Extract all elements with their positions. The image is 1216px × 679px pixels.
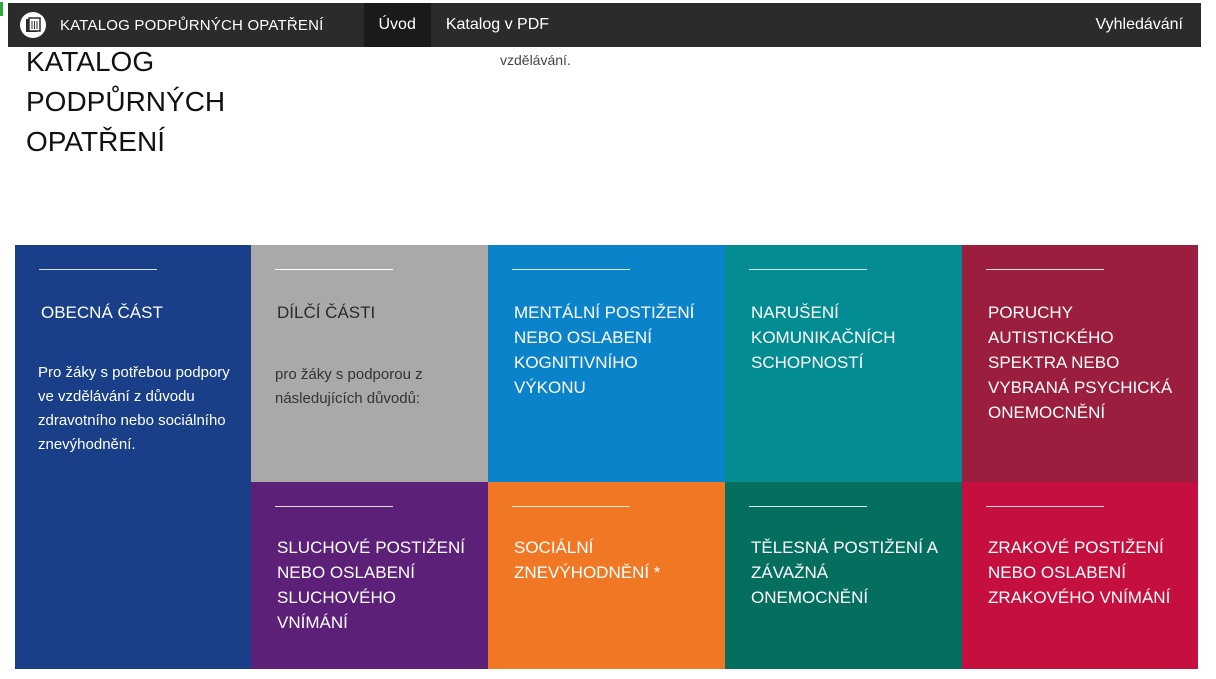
tile-title: MENTÁLNÍ POSTIŽENÍ NEBO OSLABENÍ KOGNITI… bbox=[514, 303, 695, 397]
window-edge bbox=[0, 0, 8, 679]
tile-description: Pro žáky s potřebou podpory ve vzděláván… bbox=[38, 364, 230, 453]
nav-item-search[interactable]: Vyhledávání bbox=[1081, 3, 1201, 47]
category-grid: OBECNÁ ČÁST Pro žáky s potřebou podpory … bbox=[15, 245, 1198, 669]
tile-rule bbox=[749, 506, 867, 507]
tile-rule bbox=[275, 269, 393, 270]
tile-rule bbox=[749, 269, 867, 270]
tile-rule bbox=[275, 506, 393, 507]
tile-rule bbox=[512, 506, 630, 507]
tile-title: TĚLESNÁ POSTIŽENÍ A ZÁVAŽNÁ ONEMOCNĚNÍ bbox=[751, 538, 938, 607]
intro-text: vzdělávání. bbox=[500, 52, 571, 68]
tile-communication[interactable]: NARUŠENÍ KOMUNIKAČNÍCH SCHOPNOSTÍ bbox=[725, 245, 962, 482]
tile-hearing[interactable]: SLUCHOVÉ POSTIŽENÍ NEBO OSLABENÍ SLUCHOV… bbox=[251, 482, 488, 669]
tile-description: pro žáky s podporou z následujících důvo… bbox=[275, 366, 423, 407]
tile-rule bbox=[986, 269, 1104, 270]
tile-title: PORUCHY AUTISTICKÉHO SPEKTRA NEBO VYBRAN… bbox=[988, 303, 1173, 422]
tile-title: SOCIÁLNÍ ZNEVÝHODNĚNÍ * bbox=[514, 538, 661, 582]
brand-title: KATALOG PODPŮRNÝCH OPATŘENÍ bbox=[60, 16, 324, 34]
tile-rule bbox=[986, 506, 1104, 507]
tile-title: ZRAKOVÉ POSTIŽENÍ NEBO OSLABENÍ ZRAKOVÉH… bbox=[988, 538, 1171, 607]
tile-mental[interactable]: MENTÁLNÍ POSTIŽENÍ NEBO OSLABENÍ KOGNITI… bbox=[488, 245, 725, 482]
page-title: KATALOG PODPŮRNÝCH OPATŘENÍ bbox=[26, 46, 226, 157]
nav-item-uvod[interactable]: Úvod bbox=[363, 3, 431, 47]
tile-title: SLUCHOVÉ POSTIŽENÍ NEBO OSLABENÍ SLUCHOV… bbox=[277, 538, 465, 632]
tile-visual[interactable]: ZRAKOVÉ POSTIŽENÍ NEBO OSLABENÍ ZRAKOVÉH… bbox=[962, 482, 1198, 669]
tile-rule bbox=[512, 269, 630, 270]
tile-autism[interactable]: PORUCHY AUTISTICKÉHO SPEKTRA NEBO VYBRAN… bbox=[962, 245, 1198, 482]
tile-general-part[interactable]: OBECNÁ ČÁST Pro žáky s potřebou podpory … bbox=[15, 245, 251, 669]
brand-link[interactable]: KATALOG PODPŮRNÝCH OPATŘENÍ bbox=[8, 3, 364, 47]
top-navbar: KATALOG PODPŮRNÝCH OPATŘENÍ Úvod Katalog… bbox=[8, 3, 1201, 47]
tile-title: NARUŠENÍ KOMUNIKAČNÍCH SCHOPNOSTÍ bbox=[751, 303, 896, 372]
tile-title: DÍLČÍ ČÁSTI bbox=[277, 303, 376, 322]
book-icon bbox=[20, 12, 46, 38]
edge-indicator bbox=[0, 2, 3, 16]
tile-title: OBECNÁ ČÁST bbox=[41, 303, 163, 322]
tile-physical[interactable]: TĚLESNÁ POSTIŽENÍ A ZÁVAŽNÁ ONEMOCNĚNÍ bbox=[725, 482, 962, 669]
tile-social[interactable]: SOCIÁLNÍ ZNEVÝHODNĚNÍ * bbox=[488, 482, 725, 669]
tile-rule bbox=[39, 269, 157, 270]
nav-item-katalog-pdf[interactable]: Katalog v PDF bbox=[431, 3, 564, 47]
tile-partial-parts[interactable]: DÍLČÍ ČÁSTI pro žáky s podporou z násled… bbox=[251, 245, 488, 482]
